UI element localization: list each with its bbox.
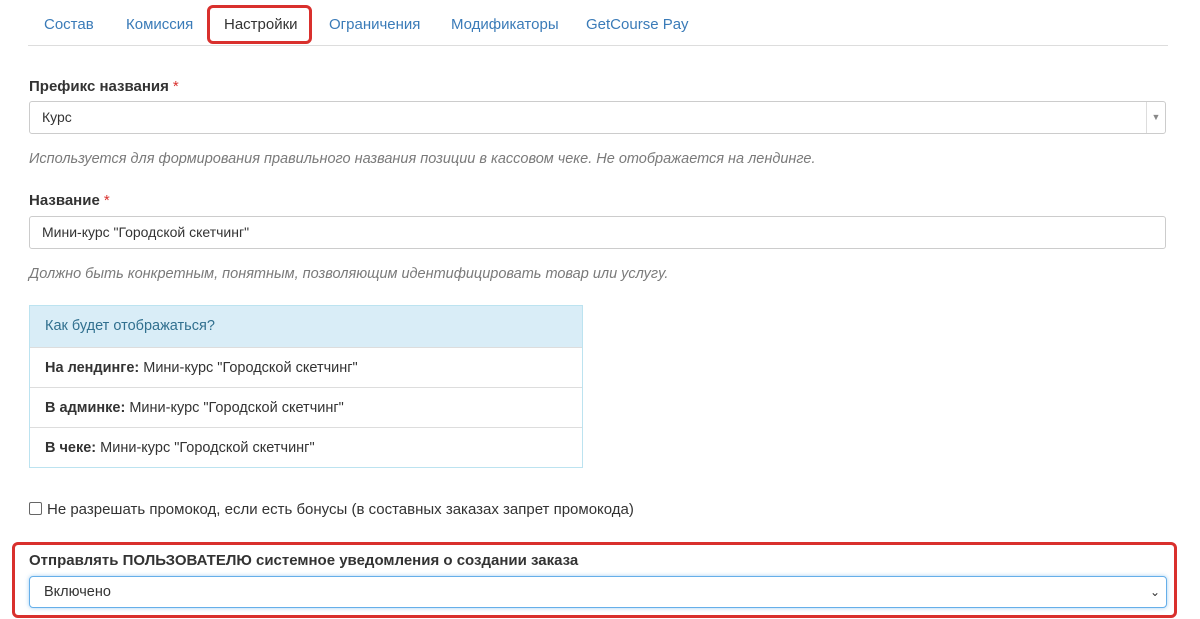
preview-heading: Как будет отображаться? xyxy=(30,306,582,347)
name-value: Мини-курс "Городской скетчинг" xyxy=(42,224,250,240)
preview-row-key: На лендинге: xyxy=(45,360,140,376)
name-label-text: Название xyxy=(29,192,100,209)
required-mark: * xyxy=(103,192,110,209)
prefix-hint: Используется для формирования правильног… xyxy=(29,151,816,167)
preview-row-value: Мини-курс "Городской скетчинг" xyxy=(139,360,358,376)
tab-commission[interactable]: Комиссия xyxy=(126,0,193,45)
required-mark: * xyxy=(172,78,179,95)
name-hint: Должно быть конкретным, понятным, позвол… xyxy=(29,266,669,282)
notify-select[interactable]: Включено ⌄ xyxy=(29,576,1167,608)
preview-row-receipt: В чеке: Мини-курс "Городской скетчинг" xyxy=(30,427,582,467)
notify-value: Включено xyxy=(44,584,111,600)
chevron-down-icon: ⌄ xyxy=(1149,585,1160,599)
promo-checkbox-label: Не разрешать промокод, если есть бонусы … xyxy=(47,501,634,518)
prefix-value: Курс xyxy=(42,109,72,125)
preview-row-key: В чеке: xyxy=(45,440,97,456)
tab-bar: Состав Комиссия Настройки Ограничения Мо… xyxy=(28,0,1168,46)
preview-row-admin: В админке: Мини-курс "Городской скетчинг… xyxy=(30,387,582,427)
preview-row-value: Мини-курс "Городской скетчинг" xyxy=(96,440,315,456)
dropdown-arrow-icon[interactable]: ▼ xyxy=(1146,102,1165,133)
tab-settings[interactable]: Настройки xyxy=(224,0,298,45)
name-input[interactable]: Мини-курс "Городской скетчинг" xyxy=(29,216,1166,249)
name-label: Название * xyxy=(29,192,110,209)
promo-checkbox-row[interactable]: Не разрешать промокод, если есть бонусы … xyxy=(29,500,634,520)
prefix-label: Префикс названия * xyxy=(29,78,179,95)
preview-row-value: Мини-курс "Городской скетчинг" xyxy=(125,400,344,416)
prefix-label-text: Префикс названия xyxy=(29,78,169,95)
tab-modifiers[interactable]: Модификаторы xyxy=(451,0,559,45)
prefix-select[interactable]: Курс ▼ xyxy=(29,101,1166,134)
tab-restrictions[interactable]: Ограничения xyxy=(329,0,420,45)
promo-checkbox[interactable] xyxy=(29,501,42,515)
tab-getcourse-pay[interactable]: GetCourse Pay xyxy=(586,0,689,45)
preview-row-landing: На лендинге: Мини-курс "Городской скетчи… xyxy=(30,347,582,387)
display-preview-panel: Как будет отображаться? На лендинге: Мин… xyxy=(29,305,583,468)
tab-composition[interactable]: Состав xyxy=(44,0,94,45)
notify-label: Отправлять ПОЛЬЗОВАТЕЛЮ системное уведом… xyxy=(29,552,579,569)
preview-row-key: В админке: xyxy=(45,400,126,416)
